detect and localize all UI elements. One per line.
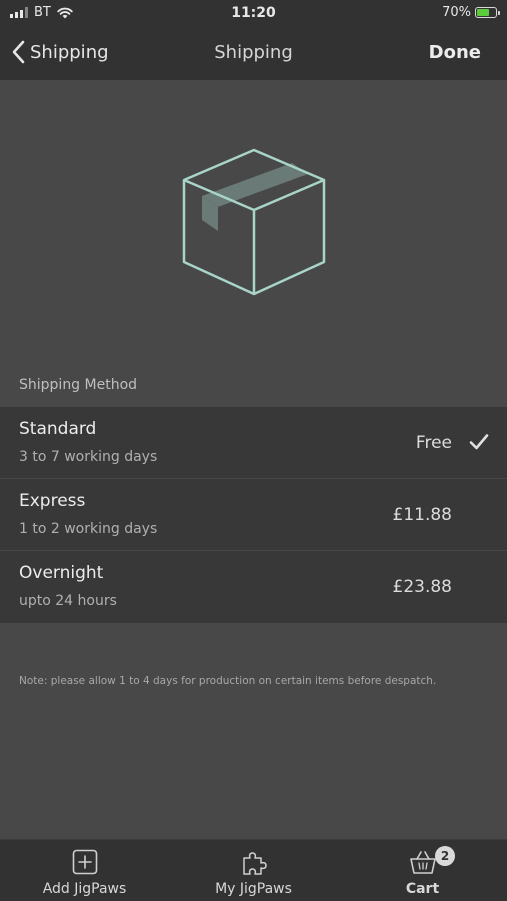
status-time: 11:20	[231, 5, 276, 21]
battery-icon	[475, 7, 500, 18]
shipping-option-overnight[interactable]: Overnight upto 24 hours £23.88	[0, 551, 507, 623]
navigation-bar: Shipping Shipping Done	[0, 28, 507, 80]
battery-percent: 70%	[442, 5, 471, 20]
status-right: 70%	[442, 5, 500, 20]
shipping-method-heading: Shipping Method	[19, 377, 138, 393]
cart-count-badge: 2	[435, 846, 455, 866]
option-name: Express	[19, 491, 86, 511]
add-square-icon	[72, 849, 97, 875]
tab-cart[interactable]: 2 Cart	[338, 840, 507, 901]
hero-area	[0, 80, 507, 370]
option-description: 3 to 7 working days	[19, 449, 158, 465]
package-box-icon	[182, 148, 326, 296]
tab-add-jigpaws[interactable]: Add JigPaws	[0, 840, 169, 901]
checkmark-icon	[469, 434, 489, 450]
option-price: £11.88	[392, 505, 452, 525]
option-price: Free	[415, 433, 452, 453]
tab-my-jigpaws[interactable]: My JigPaws	[169, 840, 338, 901]
battery-fill	[477, 9, 489, 16]
done-button[interactable]: Done	[429, 42, 481, 63]
tab-label: Cart	[405, 881, 440, 897]
option-price: £23.88	[392, 577, 452, 597]
shipping-option-standard[interactable]: Standard 3 to 7 working days Free	[0, 407, 507, 479]
option-description: 1 to 2 working days	[19, 521, 158, 537]
basket-icon	[409, 851, 436, 874]
tab-label: Add JigPaws	[42, 881, 127, 897]
status-bar: BT 11:20 70%	[0, 0, 507, 28]
tab-label: My JigPaws	[215, 881, 292, 897]
production-note: Note: please allow 1 to 4 days for produ…	[19, 675, 437, 687]
shipping-option-express[interactable]: Express 1 to 2 working days £11.88	[0, 479, 507, 551]
tab-bar: Add JigPaws My JigPaws 2 Cart	[0, 839, 507, 901]
shipping-method-list: Standard 3 to 7 working days Free Expres…	[0, 407, 507, 623]
option-name: Standard	[19, 419, 97, 439]
puzzle-piece-icon	[242, 852, 267, 875]
option-description: upto 24 hours	[19, 593, 117, 609]
option-name: Overnight	[19, 563, 104, 583]
